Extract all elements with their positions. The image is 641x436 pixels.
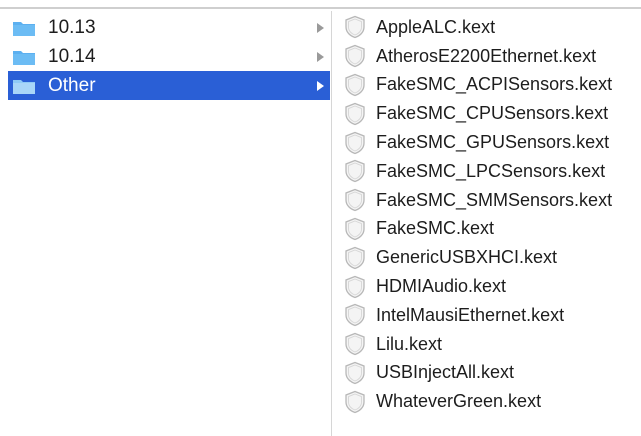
kext-icon xyxy=(344,131,366,155)
file-row[interactable]: GenericUSBXHCI.kext xyxy=(332,243,641,272)
file-row[interactable]: FakeSMC.kext xyxy=(332,215,641,244)
file-row[interactable]: FakeSMC_LPCSensors.kext xyxy=(332,157,641,186)
finder-column-view: 10.13 10.14 Other AppleALC.kext AtherosE2… xyxy=(0,0,641,436)
kext-icon xyxy=(344,275,366,299)
kext-icon xyxy=(344,332,366,356)
kext-icon xyxy=(344,390,366,414)
kext-icon xyxy=(344,73,366,97)
file-row[interactable]: FakeSMC_SMMSensors.kext xyxy=(332,186,641,215)
kext-icon xyxy=(344,102,366,126)
file-row[interactable]: Lilu.kext xyxy=(332,330,641,359)
file-label: IntelMausiEthernet.kext xyxy=(376,304,565,325)
file-label: FakeSMC_GPUSensors.kext xyxy=(376,132,610,153)
file-label: USBInjectAll.kext xyxy=(376,362,515,383)
file-label: HDMIAudio.kext xyxy=(376,276,507,297)
folder-icon xyxy=(12,48,36,66)
file-label: FakeSMC_SMMSensors.kext xyxy=(376,189,613,210)
file-column: AppleALC.kext AtherosE2200Ethernet.kext Fa… xyxy=(332,13,641,436)
file-label: AtherosE2200Ethernet.kext xyxy=(376,45,597,66)
folder-row-other[interactable]: Other xyxy=(8,71,330,100)
file-row[interactable]: HDMIAudio.kext xyxy=(332,272,641,301)
folder-icon xyxy=(12,19,36,37)
kext-icon xyxy=(344,303,366,327)
file-row[interactable]: AtherosE2200Ethernet.kext xyxy=(332,42,641,71)
file-label: Lilu.kext xyxy=(376,333,443,354)
file-label: FakeSMC_LPCSensors.kext xyxy=(376,160,606,181)
file-label: WhateverGreen.kext xyxy=(376,391,542,412)
file-label: FakeSMC_ACPISensors.kext xyxy=(376,74,613,95)
disclosure-arrow-icon xyxy=(317,22,324,33)
file-label: FakeSMC.kext xyxy=(376,218,495,239)
file-label: AppleALC.kext xyxy=(376,16,496,37)
file-label: GenericUSBXHCI.kext xyxy=(376,247,558,268)
folder-label: Other xyxy=(48,74,96,96)
folder-label: 10.13 xyxy=(48,16,96,38)
folder-icon xyxy=(12,77,36,95)
file-row[interactable]: USBInjectAll.kext xyxy=(332,359,641,388)
kext-icon xyxy=(344,188,366,212)
kext-icon xyxy=(344,15,366,39)
folder-label: 10.14 xyxy=(48,45,96,67)
file-row[interactable]: FakeSMC_ACPISensors.kext xyxy=(332,71,641,100)
kext-icon xyxy=(344,159,366,183)
kext-icon xyxy=(344,217,366,241)
file-row[interactable]: FakeSMC_GPUSensors.kext xyxy=(332,128,641,157)
file-label: FakeSMC_CPUSensors.kext xyxy=(376,103,609,124)
kext-icon xyxy=(344,44,366,68)
file-row[interactable]: AppleALC.kext xyxy=(332,13,641,42)
kext-icon xyxy=(344,246,366,270)
file-row[interactable]: FakeSMC_CPUSensors.kext xyxy=(332,99,641,128)
disclosure-arrow-icon xyxy=(317,51,324,62)
file-row[interactable]: WhateverGreen.kext xyxy=(332,387,641,416)
folder-row-10-14[interactable]: 10.14 xyxy=(0,42,330,71)
folder-row-10-13[interactable]: 10.13 xyxy=(0,13,330,42)
file-row[interactable]: IntelMausiEthernet.kext xyxy=(332,301,641,330)
disclosure-arrow-icon xyxy=(317,80,324,91)
kext-icon xyxy=(344,361,366,385)
folder-column: 10.13 10.14 Other xyxy=(0,13,330,436)
window-top-edge xyxy=(0,0,641,9)
